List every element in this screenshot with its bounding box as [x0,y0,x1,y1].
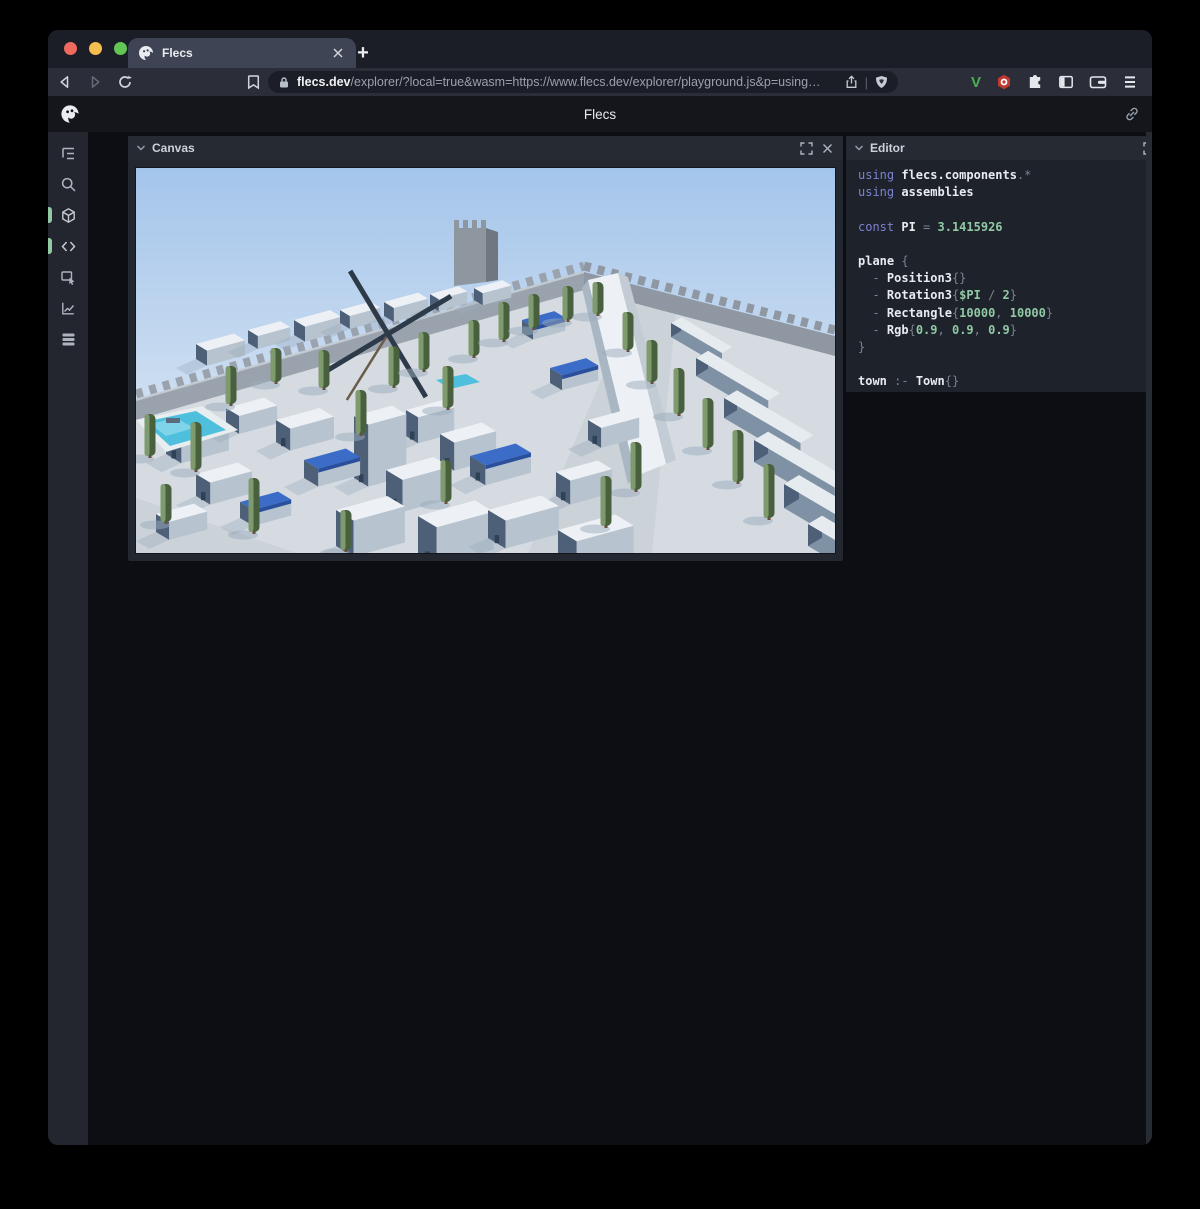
scrollbar-track[interactable] [1146,132,1152,1145]
sidebar-item-outliner[interactable] [59,144,77,162]
forward-button[interactable] [82,71,108,93]
minimize-window-button[interactable] [89,42,102,55]
sidebar-icon[interactable] [1058,74,1074,90]
bookmark-icon[interactable] [240,71,266,93]
sidebar-item-inspect[interactable] [59,268,77,286]
urlbar-separator: | [865,75,868,90]
close-icon[interactable] [820,141,835,156]
lock-icon [278,76,290,89]
tab-bar: Flecs + [48,30,1152,68]
canvas-3d-scene[interactable] [136,168,835,553]
zoom-window-button[interactable] [114,42,127,55]
canvas-panel: Canvas [128,136,843,561]
puzzle-extensions-icon[interactable] [1027,74,1043,90]
sidebar-item-canvas[interactable] [59,206,77,224]
fullscreen-icon[interactable] [799,141,814,156]
left-sidebar [48,132,88,1145]
address-bar[interactable]: flecs.dev/explorer/?local=true&wasm=http… [268,71,898,93]
traffic-lights [64,42,127,55]
sidebar-item-editor[interactable] [59,237,77,255]
tab-flecs[interactable]: Flecs [128,38,356,68]
flecs-favicon-icon [138,45,154,61]
red-extension-icon[interactable] [996,74,1012,90]
tab-title: Flecs [162,46,322,60]
share-icon[interactable] [845,75,858,89]
url-path: /explorer/?local=true&wasm=https://www.f… [351,75,821,89]
tab-close-icon[interactable] [330,45,346,61]
browser-window: Flecs + flecs.dev/explorer/?local=true&w… [48,30,1152,1145]
page-title: Flecs [48,107,1152,122]
editor-panel-header[interactable]: Editor [846,136,1152,160]
menu-icon[interactable] [1122,75,1138,89]
permalink-icon[interactable] [1124,106,1140,122]
workspace: Canvas Editor [88,132,1152,1145]
editor-active-indicator [48,238,52,254]
shield-icon[interactable] [875,75,888,89]
vimium-extension-icon[interactable]: V [971,74,981,91]
editor-panel-title: Editor [870,141,1136,155]
navigation-toolbar: flecs.dev/explorer/?local=true&wasm=http… [48,68,1152,96]
sidebar-item-tables[interactable] [59,330,77,348]
canvas-active-indicator [48,207,52,223]
wallet-icon[interactable] [1089,74,1107,90]
app-header: Flecs [48,96,1152,132]
sidebar-item-search[interactable] [59,175,77,193]
url-text: flecs.dev/explorer/?local=true&wasm=http… [297,75,838,89]
sidebar-item-stats[interactable] [59,299,77,317]
reload-button[interactable] [112,71,138,93]
canvas-panel-header[interactable]: Canvas [128,136,843,160]
canvas-panel-title: Canvas [152,141,793,155]
url-domain: flecs.dev [297,75,351,89]
new-tab-button[interactable]: + [348,38,378,68]
back-button[interactable] [52,71,78,93]
toolbar-extensions: V [971,68,1138,96]
close-window-button[interactable] [64,42,77,55]
app-body: Canvas Editor [48,132,1152,1145]
editor-panel: Editor using flecs.components.*using ass… [846,136,1152,392]
chevron-down-icon[interactable] [854,143,864,153]
code-editor[interactable]: using flecs.components.*using assemblies… [846,160,1152,392]
chevron-down-icon[interactable] [136,143,146,153]
